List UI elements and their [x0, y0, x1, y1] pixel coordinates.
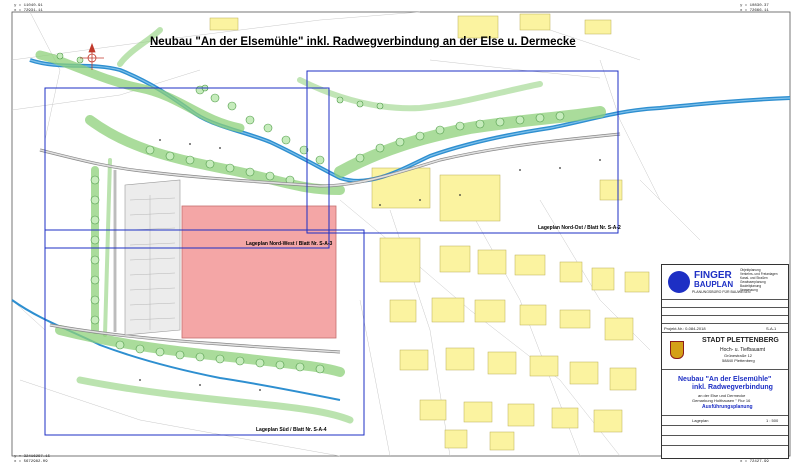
- plan-sheet: y = 11040.91 x = 72931.11 y = 10830.37 x…: [0, 0, 800, 466]
- firm-logo: [668, 271, 690, 293]
- river-else-centerline: [29, 59, 791, 182]
- title-block: FINGER BAUPLAN PLANUNGSBÜRO FÜR BAUWESEN…: [661, 264, 789, 459]
- client-name: STADT PLETTENBERG: [702, 337, 779, 344]
- firm-services: Objektplanung Verkehrs- und Freianlagen …: [740, 268, 778, 292]
- plan-type: Lageplan: [692, 418, 709, 423]
- sheet-label-nordost: Lageplan Nord-Ost / Blatt Nr. S-A-2: [538, 225, 621, 231]
- firm-name-2: BAUPLAN: [694, 280, 734, 289]
- client-city: 58840 Plettenberg: [722, 358, 755, 363]
- project-phase: Ausführungsplanung: [702, 404, 753, 410]
- coord-top-left: y = 11040.91 x = 72931.11: [14, 4, 43, 13]
- project-number: Projekt-Nr.: 0-084-2018: [664, 326, 706, 331]
- plan-scale: 1 : 500: [766, 418, 779, 423]
- parking-area: [124, 179, 181, 336]
- coat-of-arms-icon: [670, 341, 684, 359]
- plan-title: Neubau "An der Elsemühle" inkl. Radwegve…: [150, 36, 576, 48]
- sheet-label-nordwest: Lageplan Nord-West / Blatt Nr. S-A-3: [246, 241, 333, 247]
- project-line-2: inkl. Radwegverbindung: [692, 384, 773, 391]
- sheet-number-top: S-A-1: [766, 326, 777, 331]
- new-building: [181, 205, 337, 339]
- project-line-1: Neubau "An der Elsemühle": [678, 376, 772, 383]
- river-else: [29, 58, 791, 183]
- sheet-label-sued: Lageplan Süd / Blatt Nr. S-A-4: [256, 427, 327, 433]
- coord-top-right: y = 10830.37 x = 72666.11: [740, 4, 769, 13]
- project-line-4: Gemarkung Holthausen " Flur 16: [692, 398, 751, 403]
- coord-bottom-left: y = 32416297.15 x = 5672982.09: [14, 455, 51, 464]
